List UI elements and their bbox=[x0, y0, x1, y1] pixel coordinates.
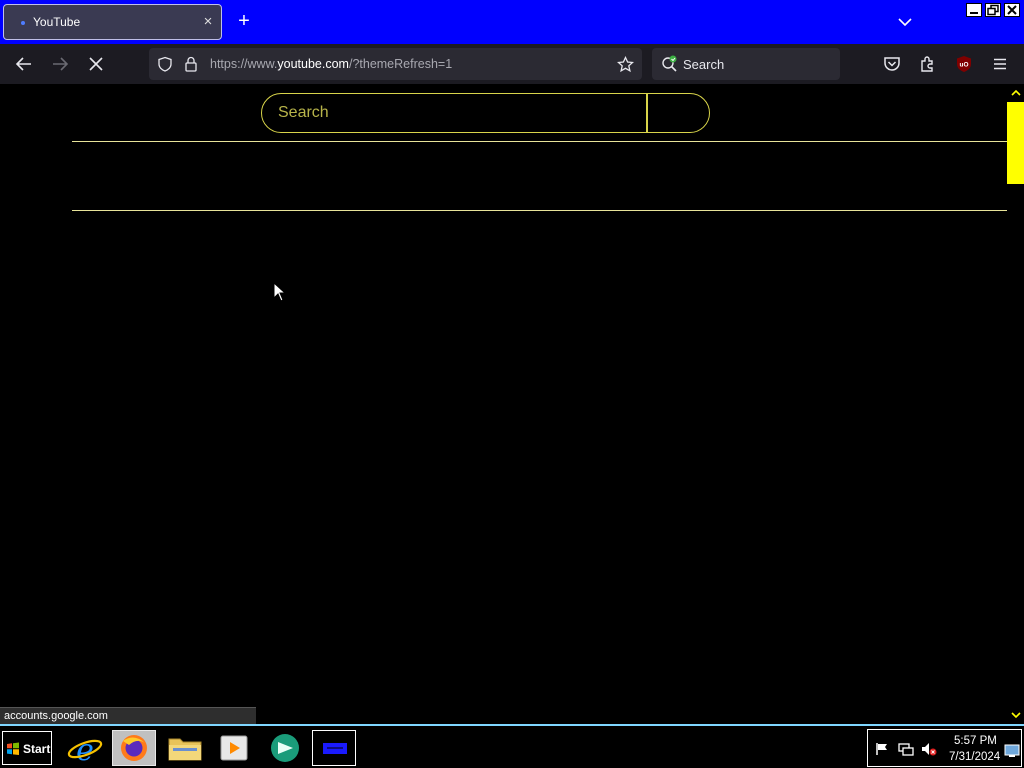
chevron-down-icon bbox=[898, 18, 912, 27]
content-divider-top bbox=[72, 141, 1007, 142]
scrollbar-thumb[interactable] bbox=[1007, 102, 1024, 184]
browser-titlebar: YouTube × + bbox=[0, 0, 1024, 44]
ublock-origin-button[interactable]: uO bbox=[952, 52, 976, 76]
arrow-left-icon bbox=[15, 57, 31, 71]
bookmark-star-icon[interactable] bbox=[617, 56, 634, 73]
scroll-down-arrow-icon[interactable] bbox=[1009, 708, 1023, 722]
hamburger-menu-icon bbox=[994, 58, 1006, 70]
clock-time[interactable]: 5:57 PM bbox=[954, 735, 997, 747]
extensions-button[interactable] bbox=[916, 52, 940, 76]
page-content: Search bbox=[0, 84, 1024, 724]
stop-icon bbox=[89, 57, 103, 71]
stop-loading-button[interactable] bbox=[84, 52, 108, 76]
close-window-button[interactable] bbox=[1004, 3, 1020, 17]
loading-indicator-icon bbox=[21, 21, 25, 25]
action-center-flag-icon[interactable] bbox=[875, 742, 889, 756]
taskbar-file-explorer[interactable] bbox=[163, 730, 207, 766]
taskbar-app-window[interactable] bbox=[312, 730, 356, 766]
browser-search-placeholder: Search bbox=[683, 57, 725, 72]
shield-icon[interactable] bbox=[157, 56, 173, 72]
new-tab-button[interactable]: + bbox=[234, 10, 254, 32]
svg-text:e: e bbox=[76, 733, 94, 766]
folder-icon bbox=[168, 738, 202, 761]
windows-taskbar: Start e 5:57 PM 7/31/2024 bbox=[0, 724, 1024, 768]
back-button[interactable] bbox=[12, 52, 36, 76]
scroll-up-arrow-icon[interactable] bbox=[1009, 86, 1023, 100]
globe-arrow-icon bbox=[271, 734, 299, 762]
taskbar-internet-explorer[interactable]: e bbox=[63, 730, 107, 768]
taskbar-app-globe[interactable] bbox=[263, 730, 307, 766]
content-divider-bottom bbox=[72, 210, 1007, 211]
forward-button[interactable] bbox=[48, 52, 72, 76]
internet-explorer-icon: e bbox=[67, 733, 103, 768]
youtube-search-button[interactable] bbox=[647, 94, 709, 132]
volume-muted-icon[interactable] bbox=[921, 742, 937, 756]
search-engine-icon bbox=[662, 55, 677, 72]
firefox-icon bbox=[121, 735, 147, 761]
app-window-icon bbox=[323, 743, 347, 754]
restore-icon bbox=[987, 4, 999, 16]
ublock-shield-icon: uO bbox=[957, 56, 971, 72]
youtube-search-input[interactable]: Search bbox=[278, 104, 329, 122]
tab-title: YouTube bbox=[33, 15, 81, 29]
system-tray: 5:57 PM 7/31/2024 bbox=[867, 729, 1022, 767]
svg-text:uO: uO bbox=[959, 62, 968, 69]
youtube-search-box[interactable]: Search bbox=[261, 93, 710, 133]
show-desktop-icon[interactable] bbox=[1004, 744, 1020, 758]
navigation-toolbar: https://www.youtube.com/?themeRefresh=1 … bbox=[0, 44, 1024, 84]
puzzle-icon bbox=[921, 56, 933, 72]
close-icon bbox=[1007, 5, 1017, 15]
pocket-icon bbox=[884, 57, 900, 71]
mouse-cursor-icon bbox=[273, 282, 287, 302]
list-all-tabs-button[interactable] bbox=[895, 12, 915, 32]
windows-logo-icon bbox=[7, 742, 19, 755]
status-url: accounts.google.com bbox=[4, 710, 108, 722]
url-prefix: https://www. bbox=[210, 57, 278, 71]
url-path: /?themeRefresh=1 bbox=[348, 57, 453, 71]
taskbar-firefox[interactable] bbox=[112, 730, 156, 766]
pocket-button[interactable] bbox=[880, 52, 904, 76]
clock-date[interactable]: 7/31/2024 bbox=[949, 751, 1000, 763]
restore-button[interactable] bbox=[985, 3, 1001, 17]
start-label: Start bbox=[23, 742, 51, 756]
arrow-right-icon bbox=[53, 57, 69, 71]
network-icon[interactable] bbox=[898, 742, 914, 756]
tab-youtube[interactable]: YouTube × bbox=[3, 4, 222, 40]
link-status-bar: accounts.google.com bbox=[0, 707, 256, 724]
tab-close-button[interactable]: × bbox=[200, 13, 216, 31]
media-player-icon bbox=[220, 735, 248, 761]
taskbar-media-player[interactable] bbox=[212, 730, 256, 766]
address-bar[interactable]: https://www.youtube.com/?themeRefresh=1 bbox=[149, 48, 642, 80]
minimize-button[interactable] bbox=[966, 3, 982, 17]
minimize-icon bbox=[970, 12, 978, 14]
lock-icon[interactable] bbox=[184, 56, 198, 72]
url-host: youtube.com bbox=[277, 57, 349, 71]
start-button[interactable]: Start bbox=[2, 731, 52, 765]
browser-search-bar[interactable]: Search bbox=[652, 48, 840, 80]
app-menu-button[interactable] bbox=[988, 52, 1012, 76]
url-text[interactable]: https://www.youtube.com/?themeRefresh=1 bbox=[210, 57, 452, 71]
